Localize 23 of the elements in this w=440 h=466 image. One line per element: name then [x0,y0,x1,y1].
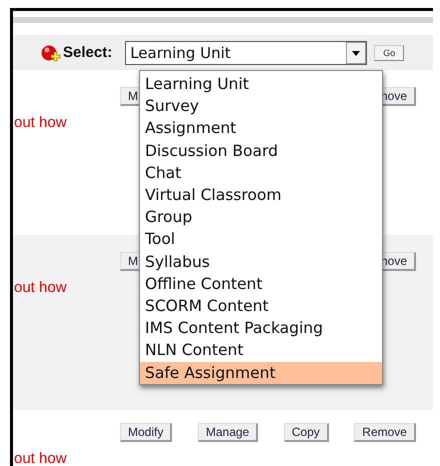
menu-option[interactable]: Assignment [140,117,382,140]
action-button[interactable]: Copy [284,423,329,442]
action-button[interactable]: Manage [198,423,258,442]
menu-option[interactable]: Virtual Classroom [140,184,382,206]
type-dropdown[interactable]: Learning Unit [125,40,368,64]
menu-option[interactable]: Chat [140,162,382,184]
menu-option[interactable]: SCORM Content [140,295,382,318]
menu-option[interactable]: Tool [140,228,382,251]
menu-option[interactable]: NLN Content [140,339,382,362]
action-button[interactable]: Remove [354,423,416,442]
action-button[interactable]: Modify [120,423,172,442]
menu-option[interactable]: Group [140,206,382,228]
row-text: out how [14,450,67,466]
caret-icon [346,42,366,64]
menu-option[interactable]: Offline Content [140,272,382,296]
row-text: out how [14,114,67,131]
menu-option[interactable]: Discussion Board [140,140,382,162]
go-button[interactable]: Go [374,44,404,60]
select-label: Select: [63,44,112,61]
menu-option[interactable]: IMS Content Packaging [140,317,382,340]
menu-option[interactable]: Safe Assignment [140,362,382,384]
row-text: out how [14,279,67,296]
add-icon [41,44,61,62]
